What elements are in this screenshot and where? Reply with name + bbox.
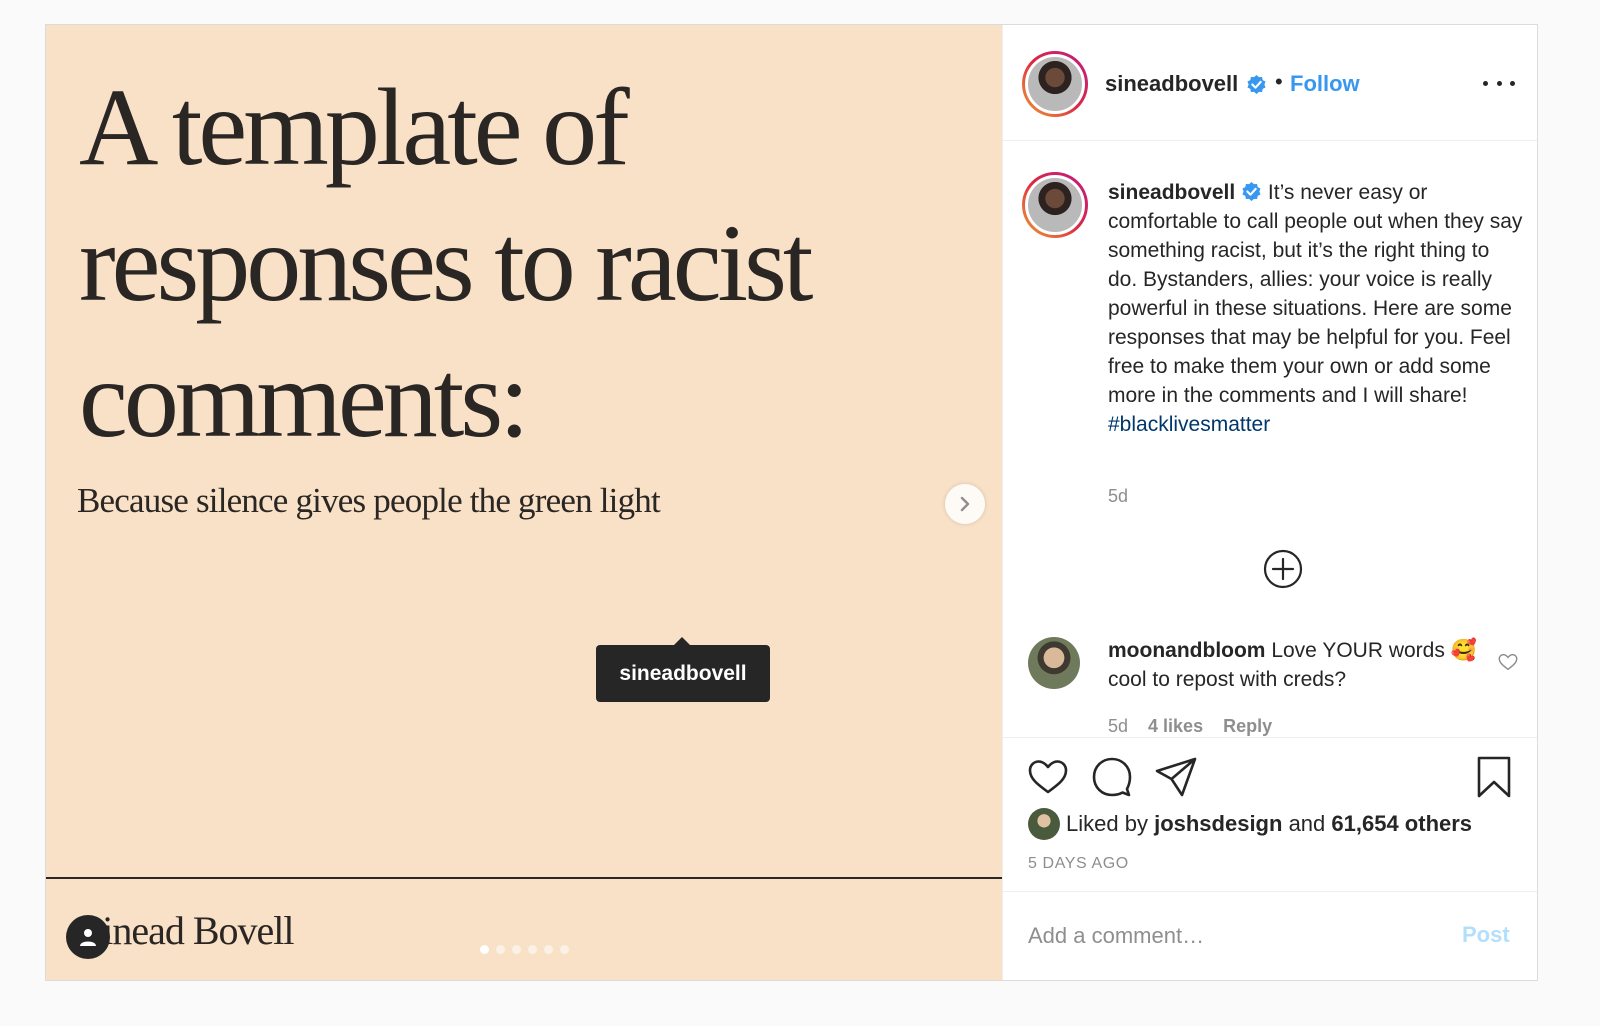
post-media[interactable]: A template of responses to racist commen… <box>46 25 1002 980</box>
carousel-dot <box>544 945 553 954</box>
add-comment-bar: Post <box>1003 891 1537 982</box>
carousel-dot <box>496 945 505 954</box>
caption-timestamp[interactable]: 5d <box>1108 486 1128 507</box>
chevron-right-icon <box>960 496 970 512</box>
post-side-panel: sineadbovell • Follow sineadbovell It’s … <box>1002 25 1537 980</box>
caption-body: It’s never easy or comfortable to call p… <box>1108 181 1523 407</box>
next-slide-button[interactable] <box>945 484 985 524</box>
likes-connector: and <box>1288 811 1326 836</box>
comment-like-heart-icon[interactable] <box>1497 651 1519 673</box>
comment-icon[interactable] <box>1090 755 1134 799</box>
comment-reply-button[interactable]: Reply <box>1223 716 1272 736</box>
carousel-dot-active <box>480 945 489 954</box>
comment-input[interactable] <box>1028 918 1438 954</box>
header-separator: • <box>1275 69 1283 94</box>
likes-others-count[interactable]: 61,654 others <box>1331 811 1472 837</box>
post-timestamp[interactable]: 5 DAYS AGO <box>1028 855 1129 873</box>
verified-badge-icon <box>1242 182 1261 201</box>
post-actions: Liked by joshsdesign and 61,654 others 5… <box>1003 737 1537 890</box>
caption-text: sineadbovell It’s never easy or comforta… <box>1108 178 1524 439</box>
instagram-post: A template of responses to racist commen… <box>45 24 1538 981</box>
user-icon <box>80 929 96 946</box>
follow-button[interactable]: Follow <box>1290 71 1360 97</box>
tagged-users-button[interactable] <box>66 915 110 959</box>
caption-avatar[interactable] <box>1022 172 1088 238</box>
carousel-dot <box>560 945 569 954</box>
comment-text: moonandbloom Love YOUR words 🥰 cool to r… <box>1108 636 1488 694</box>
comments-section: sineadbovell It’s never easy or comforta… <box>1003 142 1537 736</box>
slide-divider <box>46 877 1002 879</box>
author-avatar[interactable] <box>1022 51 1088 117</box>
user-tag-label: sineadbovell <box>619 661 747 685</box>
post-comment-button[interactable]: Post <box>1462 922 1510 948</box>
user-tag-tooltip[interactable]: sineadbovell <box>596 637 770 702</box>
carousel-dot <box>512 945 521 954</box>
comment-meta: 5d 4 likes Reply <box>1108 716 1272 736</box>
likes-summary: Liked by joshsdesign and 61,654 others <box>1028 808 1472 840</box>
heart-icon[interactable] <box>1026 755 1070 799</box>
slide-title: A template of responses to racist commen… <box>79 66 813 460</box>
liker-avatar[interactable] <box>1028 808 1060 840</box>
share-icon[interactable] <box>1154 755 1198 799</box>
liker-username[interactable]: joshsdesign <box>1154 811 1282 837</box>
bookmark-icon[interactable] <box>1472 755 1516 799</box>
load-more-comments-icon[interactable] <box>1262 548 1304 590</box>
commenter-avatar[interactable] <box>1028 637 1080 689</box>
likes-prefix: Liked by <box>1066 811 1148 836</box>
comment-likes-count[interactable]: 4 likes <box>1148 716 1203 736</box>
comment-timestamp[interactable]: 5d <box>1108 716 1128 736</box>
carousel-dot <box>528 945 537 954</box>
slide-subtitle: Because silence gives people the green l… <box>77 481 661 520</box>
verified-badge-icon <box>1247 75 1266 94</box>
post-header: sineadbovell • Follow <box>1003 25 1537 141</box>
author-username[interactable]: sineadbovell <box>1105 71 1238 97</box>
caption-username[interactable]: sineadbovell <box>1108 181 1235 204</box>
carousel-indicator <box>480 945 569 954</box>
more-options-icon[interactable] <box>1483 71 1515 95</box>
commenter-username[interactable]: moonandbloom <box>1108 639 1265 662</box>
slide-author: Sinead Bovell <box>81 908 295 953</box>
hashtag-link[interactable]: #blacklivesmatter <box>1108 413 1270 436</box>
